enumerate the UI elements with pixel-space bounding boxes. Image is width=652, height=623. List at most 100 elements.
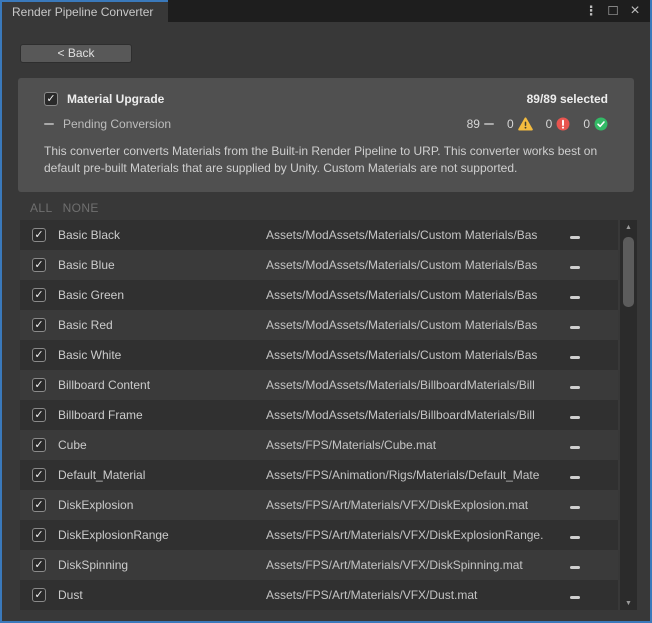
- materials-list: ✓ Basic Black Assets/ModAssets/Materials…: [20, 220, 618, 610]
- check-icon: ✓: [34, 350, 43, 361]
- pending-status-icon: [570, 416, 580, 419]
- material-row[interactable]: ✓ DiskExplosion Assets/FPS/Art/Materials…: [20, 490, 618, 520]
- row-status: [570, 556, 580, 574]
- row-status: [570, 466, 580, 484]
- pending-dash-icon: [44, 123, 54, 125]
- material-row[interactable]: ✓ Default_Material Assets/FPS/Animation/…: [20, 460, 618, 490]
- row-checkbox[interactable]: ✓: [32, 588, 46, 602]
- scroll-down-icon[interactable]: ▼: [620, 596, 637, 610]
- material-name: DiskExplosionRange: [58, 528, 266, 542]
- check-icon: ✓: [34, 380, 43, 391]
- row-checkbox[interactable]: ✓: [32, 258, 46, 272]
- row-status: [570, 406, 580, 424]
- pending-conversion-row: Pending Conversion 89 0 0: [44, 117, 608, 131]
- titlebar: Render Pipeline Converter ⋮ □ ×: [2, 0, 650, 22]
- check-icon: ✓: [34, 290, 43, 301]
- material-name: Basic Black: [58, 228, 266, 242]
- success-count-group: 0: [583, 117, 608, 131]
- material-name: Basic White: [58, 348, 266, 362]
- pending-status-icon: [570, 506, 580, 509]
- select-all-button[interactable]: ALL: [30, 201, 53, 215]
- back-button[interactable]: < Back: [20, 44, 132, 63]
- select-none-button[interactable]: NONE: [63, 201, 99, 215]
- tab-render-pipeline-converter[interactable]: Render Pipeline Converter: [2, 0, 168, 22]
- material-path: Assets/FPS/Art/Materials/VFX/Dust.mat: [266, 588, 570, 602]
- row-status: [570, 376, 580, 394]
- row-checkbox[interactable]: ✓: [32, 378, 46, 392]
- pending-count-group: 89: [467, 117, 494, 131]
- check-icon: ✓: [46, 94, 55, 105]
- check-icon: ✓: [34, 560, 43, 571]
- material-path: Assets/FPS/Materials/Cube.mat: [266, 438, 570, 452]
- material-row[interactable]: ✓ DiskSpinning Assets/FPS/Art/Materials/…: [20, 550, 618, 580]
- material-upgrade-checkbox[interactable]: ✓: [44, 92, 58, 106]
- material-path: Assets/FPS/Animation/Rigs/Materials/Defa…: [266, 468, 570, 482]
- material-row[interactable]: ✓ DiskExplosionRange Assets/FPS/Art/Mate…: [20, 520, 618, 550]
- material-name: Default_Material: [58, 468, 266, 482]
- converter-description: This converter converts Materials from t…: [44, 143, 608, 177]
- material-name: Basic Red: [58, 318, 266, 332]
- scrollbar-thumb[interactable]: [623, 237, 634, 307]
- close-icon[interactable]: ×: [626, 1, 644, 21]
- material-path: Assets/ModAssets/Materials/Custom Materi…: [266, 258, 570, 272]
- pending-status-icon: [570, 356, 580, 359]
- pending-status-icon: [570, 596, 580, 599]
- converter-header[interactable]: ✓ Material Upgrade 89/89 selected: [44, 92, 608, 106]
- material-path: Assets/ModAssets/Materials/Custom Materi…: [266, 348, 570, 362]
- check-icon: ✓: [34, 320, 43, 331]
- maximize-icon[interactable]: □: [604, 1, 622, 21]
- selected-count: 89/89 selected: [527, 92, 608, 106]
- warning-count-group: 0: [507, 117, 533, 131]
- material-row[interactable]: ✓ Basic Red Assets/ModAssets/Materials/C…: [20, 310, 618, 340]
- material-path: Assets/ModAssets/Materials/BillboardMate…: [266, 378, 570, 392]
- row-checkbox[interactable]: ✓: [32, 528, 46, 542]
- material-name: Billboard Frame: [58, 408, 266, 422]
- check-icon: ✓: [34, 230, 43, 241]
- window-title: Render Pipeline Converter: [12, 5, 153, 19]
- material-path: Assets/ModAssets/Materials/Custom Materi…: [266, 228, 570, 242]
- row-checkbox[interactable]: ✓: [32, 348, 46, 362]
- pending-status-icon: [570, 536, 580, 539]
- scrollbar[interactable]: ▲ ▼: [620, 220, 637, 610]
- material-name: Basic Blue: [58, 258, 266, 272]
- error-icon: [556, 117, 570, 131]
- row-checkbox[interactable]: ✓: [32, 318, 46, 332]
- row-status: [570, 436, 580, 454]
- material-row[interactable]: ✓ Dust Assets/FPS/Art/Materials/VFX/Dust…: [20, 580, 618, 610]
- row-checkbox[interactable]: ✓: [32, 438, 46, 452]
- material-row[interactable]: ✓ Basic Green Assets/ModAssets/Materials…: [20, 280, 618, 310]
- material-name: Billboard Content: [58, 378, 266, 392]
- check-icon: ✓: [34, 470, 43, 481]
- warning-count: 0: [507, 117, 514, 131]
- converter-panel: ✓ Material Upgrade 89/89 selected Pendin…: [18, 78, 634, 192]
- scroll-up-icon[interactable]: ▲: [620, 220, 637, 234]
- render-pipeline-converter-window: Render Pipeline Converter ⋮ □ × < Back ✓…: [0, 0, 652, 623]
- row-checkbox[interactable]: ✓: [32, 468, 46, 482]
- titlebar-controls: ⋮ □ ×: [582, 0, 650, 22]
- material-path: Assets/FPS/Art/Materials/VFX/DiskExplosi…: [266, 498, 570, 512]
- material-row[interactable]: ✓ Billboard Frame Assets/ModAssets/Mater…: [20, 400, 618, 430]
- list-area: ✓ Basic Black Assets/ModAssets/Materials…: [2, 220, 650, 610]
- row-checkbox[interactable]: ✓: [32, 558, 46, 572]
- list-header: ALL NONE: [30, 201, 650, 215]
- material-row[interactable]: ✓ Cube Assets/FPS/Materials/Cube.mat: [20, 430, 618, 460]
- row-checkbox[interactable]: ✓: [32, 498, 46, 512]
- row-status: [570, 286, 580, 304]
- check-icon: ✓: [34, 410, 43, 421]
- material-row[interactable]: ✓ Basic Blue Assets/ModAssets/Materials/…: [20, 250, 618, 280]
- row-status: [570, 316, 580, 334]
- pending-status-icon: [570, 266, 580, 269]
- warning-icon: [518, 117, 533, 131]
- material-path: Assets/ModAssets/Materials/Custom Materi…: [266, 288, 570, 302]
- material-row[interactable]: ✓ Basic Black Assets/ModAssets/Materials…: [20, 220, 618, 250]
- material-row[interactable]: ✓ Basic White Assets/ModAssets/Materials…: [20, 340, 618, 370]
- status-counts: 89 0 0: [467, 117, 608, 131]
- material-row[interactable]: ✓ Billboard Content Assets/ModAssets/Mat…: [20, 370, 618, 400]
- material-name: DiskSpinning: [58, 558, 266, 572]
- row-status: [570, 526, 580, 544]
- check-icon: ✓: [34, 590, 43, 601]
- row-checkbox[interactable]: ✓: [32, 288, 46, 302]
- row-checkbox[interactable]: ✓: [32, 408, 46, 422]
- row-checkbox[interactable]: ✓: [32, 228, 46, 242]
- menu-icon[interactable]: ⋮: [582, 1, 600, 21]
